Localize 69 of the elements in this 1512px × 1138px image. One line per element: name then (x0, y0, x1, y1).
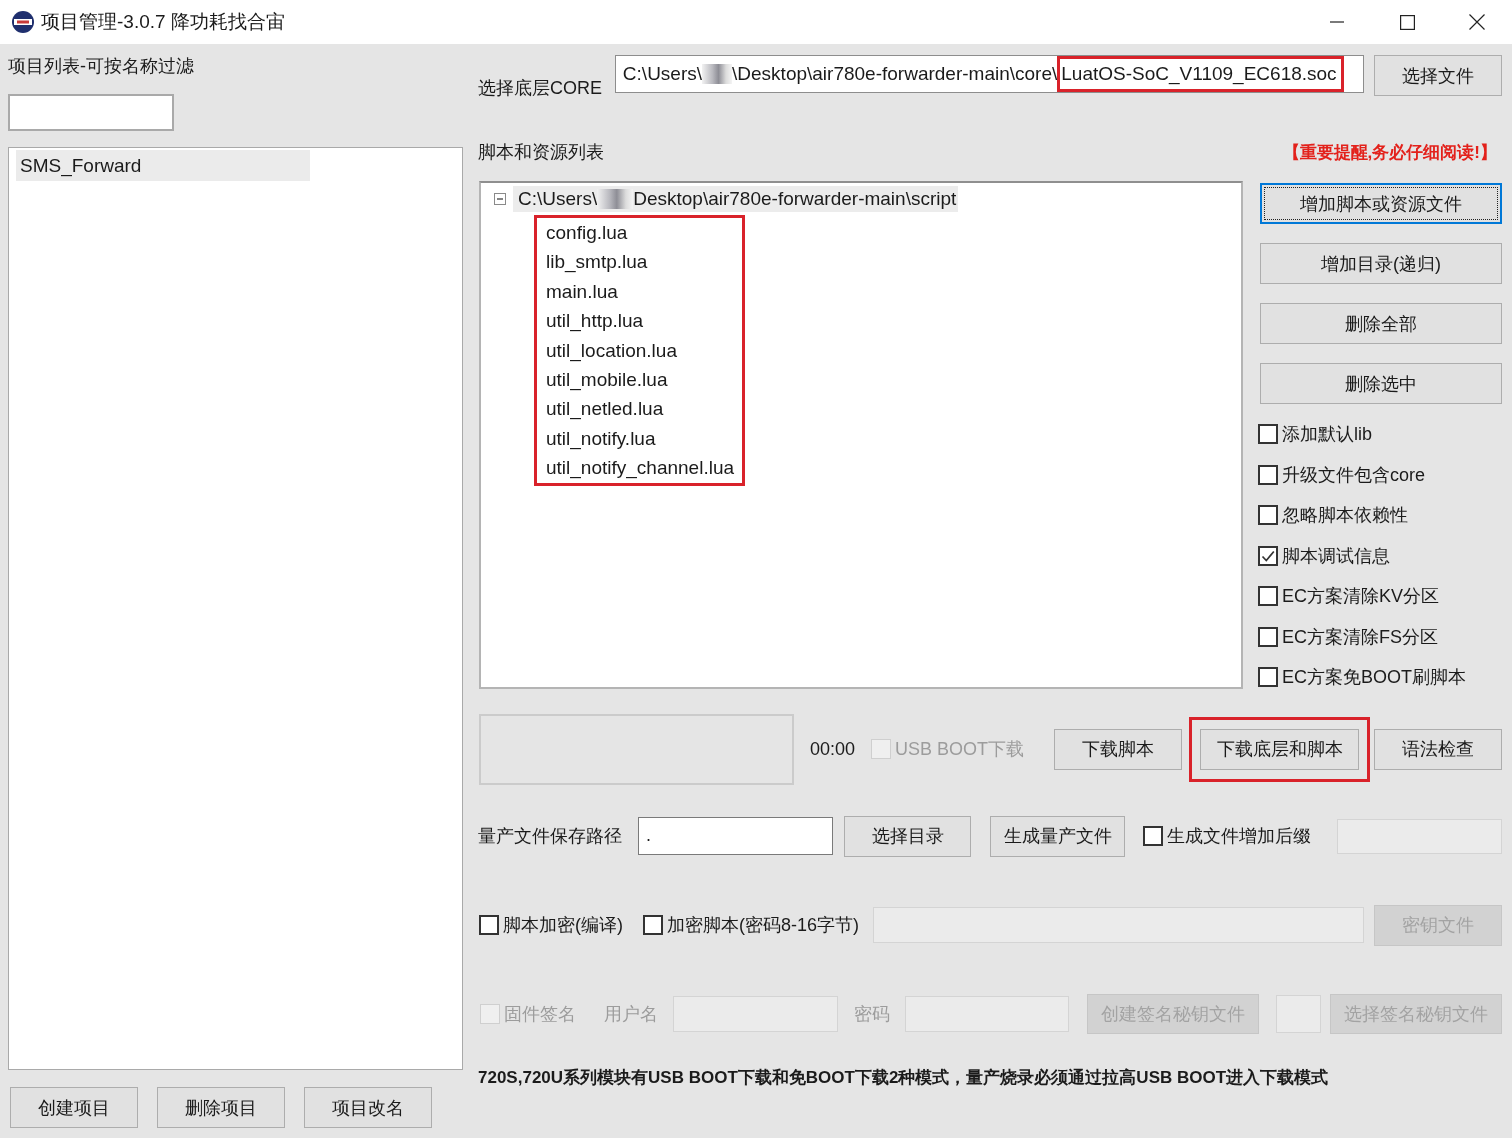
tree-item[interactable]: util_location.lua (546, 335, 735, 365)
download-button[interactable]: 语法检查 (1374, 728, 1502, 770)
notice-text: 【重要提醒,务必仔细阅读!】 (1282, 141, 1497, 164)
checkbox-label: EC方案清除KV分区 (1282, 585, 1440, 609)
action-button[interactable]: 增加脚本或资源文件 (1260, 183, 1502, 224)
download-button[interactable]: 下载脚本 (1054, 728, 1182, 770)
project-button[interactable]: 创建项目 (10, 1087, 138, 1128)
checkbox-label: 脚本加密(编译) (503, 914, 623, 937)
checkbox[interactable] (643, 915, 663, 935)
filter-field[interactable] (8, 94, 174, 131)
checkbox-label: EC方案清除FS分区 (1282, 625, 1438, 649)
tree-item[interactable]: util_notify.lua (546, 423, 735, 454)
core-label: 选择底层CORE (478, 77, 603, 100)
collapse-icon[interactable] (494, 193, 506, 205)
note-text: 720S,720U系列模块有USB BOOT下载和免BOOT下载2种模式，量产烧录必须通过拉高USB BOOT进入下载模式 (478, 1066, 1330, 1089)
project-button[interactable]: 项目改名 (304, 1087, 432, 1128)
checkbox-label: 固件签名 (504, 1002, 576, 1026)
logo-icon (12, 11, 34, 33)
project-button[interactable]: 删除项目 (157, 1087, 285, 1128)
window-title: 项目管理-3.0.7 降功耗找合宙 (41, 10, 285, 34)
section-label: 脚本和资源列表 (478, 141, 604, 164)
tree-root-item[interactable]: C:\Users\ Desktop\air780e-forwarder-main\script (513, 186, 959, 212)
tree-item[interactable]: util_netled.lua (546, 394, 735, 424)
checkbox-label: 添加默认lib (1282, 423, 1372, 447)
checkbox-label: 加密脚本(密码8-16字节) (667, 914, 859, 937)
checkbox-label: USB BOOT下载 (895, 738, 1025, 761)
checkbox-label: 升级文件包含core (1282, 463, 1425, 487)
path-text: C:\Users\ (622, 63, 703, 85)
core-path-field[interactable]: C:\Users\ \Desktop\air780e-forwarder-main\core\ LuatOS-SoC_V1109_EC618.soc (614, 55, 1365, 93)
timer-text: 00:00 (810, 738, 856, 760)
checkbox-label: 忽略脚本依赖性 (1282, 504, 1408, 528)
checkbox[interactable] (1258, 586, 1278, 607)
checkbox-label: EC方案免BOOT刷脚本 (1282, 666, 1466, 690)
tree-item[interactable]: lib_smtp.lua (546, 247, 735, 277)
action-button[interactable]: 增加目录(递归) (1260, 243, 1502, 284)
close-icon[interactable] (1469, 14, 1485, 30)
maximize-icon[interactable] (1399, 14, 1415, 30)
check-icon (1261, 548, 1275, 563)
checkbox[interactable] (1258, 626, 1278, 647)
field-label: 密码 (853, 1002, 890, 1026)
file-name-text: LuatOS-SoC_V1109_EC618.soc (1057, 56, 1344, 92)
checkbox-label: 脚本调试信息 (1282, 544, 1390, 568)
tree-item[interactable]: util_notify_channel.lua (546, 453, 735, 483)
checkbox[interactable] (1258, 505, 1278, 526)
path-text: \Desktop\air780e-forwarder-main\core\ (732, 63, 1058, 85)
choose-folder-button[interactable]: 选择目录 (844, 815, 971, 857)
checkbox-label: 生成文件增加后缀 (1167, 825, 1311, 848)
field-label: 用户名 (604, 1002, 658, 1026)
tree-item[interactable]: util_http.lua (546, 306, 735, 336)
save-path-field[interactable]: . (638, 817, 833, 855)
path-text: C:\Users\ (518, 188, 598, 210)
action-button[interactable]: 删除全部 (1260, 303, 1502, 344)
path-text: Desktop\air780e-forwarder-main\script (633, 188, 957, 210)
tree-item[interactable]: main.lua (546, 276, 735, 307)
section-label: 项目列表-可按名称过滤 (8, 55, 194, 78)
checkbox[interactable] (1258, 667, 1278, 688)
generate-button[interactable]: 生成量产文件 (990, 815, 1125, 857)
checkbox[interactable] (1258, 545, 1278, 566)
project-item[interactable]: SMS_Forward (16, 150, 310, 181)
checkbox[interactable] (1143, 826, 1163, 846)
checkbox[interactable] (1258, 464, 1278, 485)
checkbox[interactable] (479, 915, 499, 935)
tree-item[interactable]: config.lua (546, 218, 735, 248)
action-button[interactable]: 删除选中 (1260, 363, 1502, 404)
tree-item[interactable]: util_mobile.lua (546, 364, 735, 395)
checkbox[interactable] (1258, 424, 1278, 445)
choose-file-button[interactable]: 选择文件 (1374, 55, 1502, 96)
field-label: 量产文件保存路径 (478, 825, 622, 848)
download-button[interactable]: 下载底层和脚本 (1200, 728, 1359, 770)
